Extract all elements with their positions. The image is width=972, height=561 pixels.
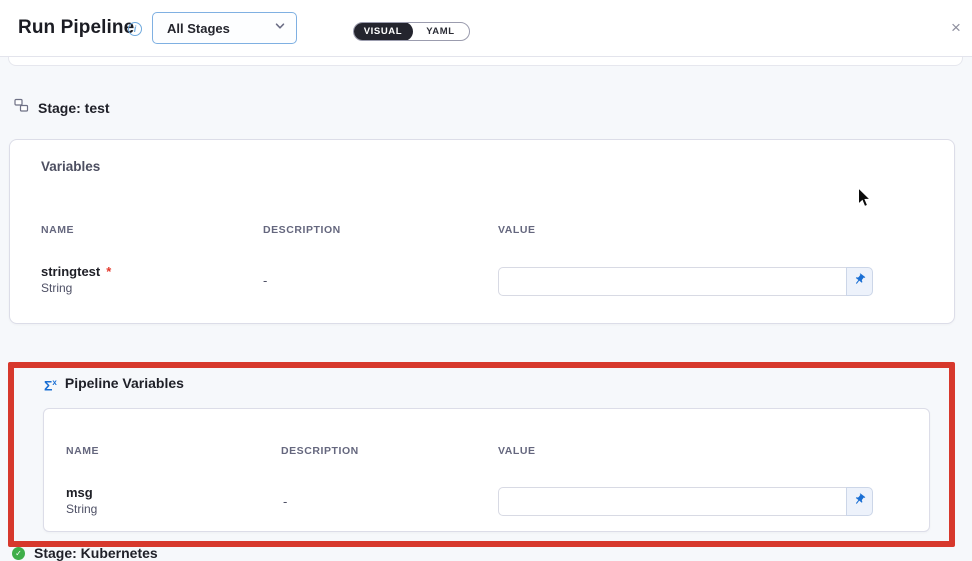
pin-input-type-button[interactable] <box>846 267 873 296</box>
previous-panel-bottom-edge <box>8 57 963 66</box>
column-header-value: VALUE <box>498 445 536 457</box>
page-title: Run Pipeline <box>18 17 134 39</box>
column-header-name: NAME <box>41 224 74 236</box>
variable-name: stringtest* <box>41 264 111 280</box>
stringtest-value-input[interactable] <box>498 267 846 296</box>
sigma-variables-icon: Σx <box>44 375 57 394</box>
pushpin-icon <box>853 493 866 511</box>
column-header-description: DESCRIPTION <box>263 224 341 236</box>
stage-test-heading: Stage: test <box>14 98 110 118</box>
variable-description: - <box>283 494 287 509</box>
info-icon[interactable]: i <box>128 22 142 36</box>
variables-panel: Variables NAME DESCRIPTION VALUE stringt… <box>9 139 955 324</box>
pin-input-type-button[interactable] <box>846 487 873 516</box>
chevron-down-icon <box>274 19 286 37</box>
visual-yaml-toggle: VISUAL YAML <box>353 22 470 41</box>
variable-description: - <box>263 273 267 288</box>
dialog-header: Run Pipeline i All Stages VISUAL YAML × <box>0 0 972 57</box>
stage-kubernetes-label: Stage: Kubernetes <box>34 545 158 561</box>
variables-panel-title: Variables <box>41 159 100 174</box>
msg-value-input[interactable] <box>498 487 846 516</box>
close-icon[interactable]: × <box>946 18 966 38</box>
toggle-visual[interactable]: VISUAL <box>353 22 413 41</box>
required-asterisk: * <box>106 264 111 279</box>
column-header-description: DESCRIPTION <box>281 445 359 457</box>
column-header-name: NAME <box>66 445 99 457</box>
table-row: stringtest* String <box>41 264 111 296</box>
variable-value-field <box>498 267 873 296</box>
variable-type: String <box>41 280 111 296</box>
pipeline-variables-heading: Σx Pipeline Variables <box>44 375 184 394</box>
column-header-value: VALUE <box>498 224 536 236</box>
stage-kubernetes-heading: ✓ Stage: Kubernetes <box>12 545 158 561</box>
pushpin-icon <box>853 273 866 291</box>
table-row: msg String <box>66 485 97 517</box>
stage-icon <box>14 98 29 118</box>
stage-test-label: Stage: test <box>38 100 110 116</box>
pipeline-variables-panel: NAME DESCRIPTION VALUE msg String - <box>43 408 930 532</box>
variable-name: msg <box>66 485 97 501</box>
variable-value-field <box>498 487 873 516</box>
variable-type: String <box>66 501 97 517</box>
pipeline-variables-title: Pipeline Variables <box>65 375 184 391</box>
stage-selector-value: All Stages <box>167 21 274 36</box>
toggle-yaml[interactable]: YAML <box>412 23 469 40</box>
stage-selector-dropdown[interactable]: All Stages <box>152 12 297 44</box>
